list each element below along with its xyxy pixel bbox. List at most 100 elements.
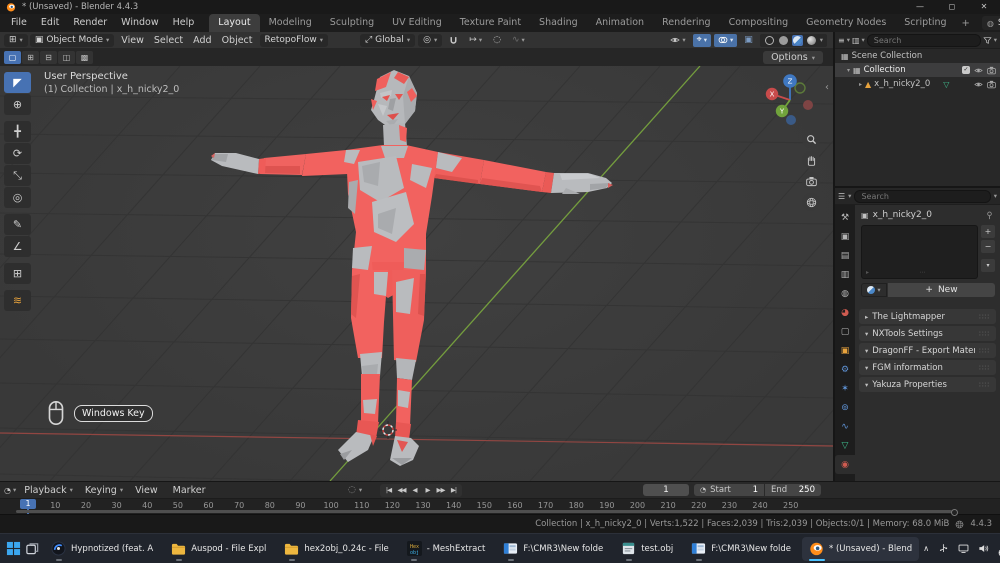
workspace-tab[interactable]: Compositing xyxy=(720,14,798,32)
workspace-tab[interactable]: Rendering xyxy=(653,14,720,32)
tool-measure[interactable]: ∠ xyxy=(4,236,31,257)
collection-checkbox[interactable]: ✓ xyxy=(962,66,970,74)
transport-button[interactable]: |◀ xyxy=(382,485,395,496)
tab-tool[interactable]: ⚒ xyxy=(835,208,855,227)
zoom-icon[interactable] xyxy=(802,130,820,148)
falloff-button[interactable]: ∿ ▾ xyxy=(508,34,529,47)
hide-eye-icon[interactable] xyxy=(974,66,983,75)
render-visibility-icon[interactable] xyxy=(987,66,996,75)
browse-material-button[interactable]: ▾ xyxy=(861,283,887,297)
xray-toggle[interactable]: ▣ xyxy=(740,34,757,47)
timeline-menu-item[interactable]: Keying ▾ xyxy=(79,485,129,496)
tab-object[interactable]: ▣ xyxy=(835,341,855,360)
editor-type-icon[interactable]: ☰ xyxy=(838,192,845,201)
taskbar-app-explorer-2[interactable]: F:\CMR3\New folde xyxy=(684,537,798,561)
workspace-tab[interactable]: Modeling xyxy=(260,14,321,32)
transform-orientation-button[interactable]: ⤢ Global ▾ xyxy=(359,33,416,47)
tab-constraints[interactable]: ∿ xyxy=(835,417,855,436)
viewport-menu-item[interactable]: Object xyxy=(217,35,258,46)
property-panel-header[interactable]: ▾ NXTools Settings xyxy=(859,326,996,341)
filter-funnel-icon[interactable] xyxy=(983,36,992,45)
outliner-row-object[interactable]: ▸ ▲ x_h_nicky2_0 ▽ xyxy=(835,77,1000,91)
taskbar-app-auspod[interactable]: Auspod - File Expl xyxy=(164,537,273,561)
auto-keying-toggle[interactable]: ◌ ▾ xyxy=(348,485,362,495)
overlays-toggle[interactable]: ▾ xyxy=(713,33,738,47)
pin-icon[interactable] xyxy=(985,211,994,220)
transport-button[interactable]: ▶▶ xyxy=(434,485,447,496)
menu-item[interactable]: Help xyxy=(166,14,202,32)
pan-hand-icon[interactable] xyxy=(802,151,820,169)
outliner-row-scene-collection[interactable]: ▦ Scene Collection xyxy=(835,49,1000,63)
tab-world[interactable]: ◕ xyxy=(835,303,855,322)
menu-item[interactable]: Render xyxy=(66,14,114,32)
select-mode-set[interactable]: ▢ xyxy=(4,51,21,64)
tab-collection[interactable]: ▢ xyxy=(835,322,855,341)
property-panel-header[interactable]: ▸ The Lightmapper xyxy=(859,309,996,324)
select-mode-intersect[interactable]: ▩ xyxy=(76,51,93,64)
select-mode-subtract[interactable]: ⊟ xyxy=(40,51,57,64)
tab-render[interactable]: ▣ xyxy=(835,227,855,246)
workspace-tab[interactable]: Layout xyxy=(209,14,260,32)
taskbar-app-testobj[interactable]: test.obj xyxy=(614,537,680,561)
slot-specials-button[interactable]: ▾ xyxy=(981,259,995,272)
transport-button[interactable]: ▶ xyxy=(421,485,434,496)
editor-type-button[interactable]: ⊞ ▾ xyxy=(4,33,28,47)
tool-transform[interactable]: ◎ xyxy=(4,187,31,208)
maximize-button[interactable]: ◻ xyxy=(936,0,968,14)
select-mode-invert[interactable]: ◫ xyxy=(58,51,75,64)
timeline-scrollbar[interactable] xyxy=(16,509,958,516)
property-panel-header[interactable]: ▾ DragonFF - Export Material xyxy=(859,343,996,358)
property-panel-header[interactable]: ▾ FGM information xyxy=(859,360,996,375)
outliner-search-input[interactable] xyxy=(866,33,981,47)
expand-icon[interactable]: ▾ xyxy=(847,67,850,74)
viewport-canvas[interactable]: User Perspective (1) Collection | x_h_ni… xyxy=(0,66,833,481)
material-slot-list[interactable]: ▸ ⋯ xyxy=(861,225,978,279)
expand-icon[interactable]: ▸ xyxy=(859,81,862,88)
shading-dropdown[interactable]: ▾ xyxy=(820,36,823,44)
add-workspace-button[interactable]: + xyxy=(956,18,976,29)
tab-object-data[interactable]: ▽ xyxy=(835,436,855,455)
tab-particles[interactable]: ✶ xyxy=(835,379,855,398)
frame-start-field[interactable]: ◔ Start 1 xyxy=(694,484,764,496)
taskbar-app-explorer-1[interactable]: F:\CMR3\New folde xyxy=(496,537,610,561)
property-panel-header[interactable]: ▾ Yakuza Properties xyxy=(859,377,996,392)
tab-view-layer[interactable]: ▥ xyxy=(835,265,855,284)
tab-scene[interactable]: ◍ xyxy=(835,284,855,303)
snap-magnet-toggle[interactable] xyxy=(445,34,462,47)
sidebar-toggle-icon[interactable]: ‹ xyxy=(825,82,829,93)
timeline-menu-item[interactable]: Marker xyxy=(167,485,215,496)
shading-wireframe-button[interactable] xyxy=(764,35,775,46)
usb-icon[interactable] xyxy=(938,543,949,554)
workspace-tab[interactable]: Shading xyxy=(530,14,587,32)
camera-view-icon[interactable] xyxy=(802,172,820,190)
tab-material[interactable]: ◉ xyxy=(835,455,855,474)
properties-search-input[interactable] xyxy=(854,189,991,203)
tool-scale[interactable]: ⤡ xyxy=(4,165,31,186)
shading-material-button[interactable] xyxy=(791,34,803,46)
tool-annotate[interactable]: ✎ xyxy=(4,214,31,235)
perspective-toggle-icon[interactable] xyxy=(802,193,820,211)
viewport-menu-item[interactable]: Select xyxy=(149,35,188,46)
tab-output[interactable]: ▤ xyxy=(835,246,855,265)
header-options-icon[interactable]: ▾ xyxy=(994,192,997,200)
scene-selector[interactable]: ◍ Scene ✕ xyxy=(981,16,1000,30)
task-view-button[interactable] xyxy=(25,537,40,561)
add-slot-button[interactable]: + xyxy=(981,225,995,238)
tab-modifiers[interactable]: ⚙ xyxy=(835,360,855,379)
timeline-menu-item[interactable]: View xyxy=(129,485,167,496)
viewport-menu-item[interactable]: Add xyxy=(188,35,216,46)
editor-type-icon[interactable]: ◔ xyxy=(4,486,11,495)
workspace-tab[interactable]: Texture Paint xyxy=(451,14,530,32)
render-visibility-icon[interactable] xyxy=(987,80,996,89)
close-button[interactable]: ✕ xyxy=(968,0,1000,14)
shading-rendered-button[interactable] xyxy=(806,35,817,46)
taskbar-app-blender[interactable]: * (Unsaved) - Blend xyxy=(802,536,920,561)
display-icon[interactable] xyxy=(958,543,969,554)
tool-add-cube[interactable]: ⊞ xyxy=(4,263,31,284)
proportional-editing-toggle[interactable]: ◌ xyxy=(489,34,505,47)
retopoflow-menu[interactable]: RetopoFlow ▾ xyxy=(259,33,328,47)
speaker-icon[interactable] xyxy=(978,543,989,554)
tool-move[interactable]: ╋ xyxy=(4,121,31,142)
tray-expand-icon[interactable]: ∧ xyxy=(923,544,929,553)
navigation-gizmo[interactable]: Z X Y xyxy=(762,72,818,128)
